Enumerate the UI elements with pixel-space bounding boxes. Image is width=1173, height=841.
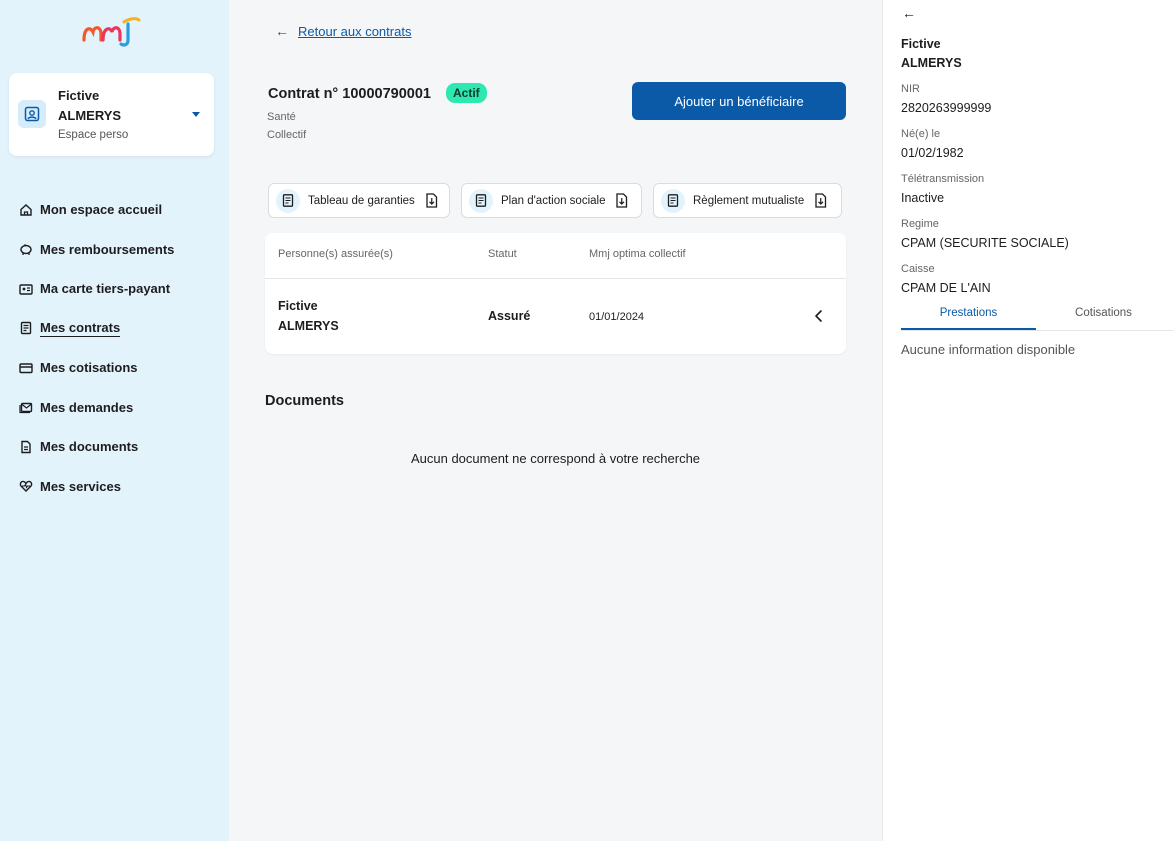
profile-icon (18, 100, 46, 128)
back-to-contracts-link[interactable]: ← Retour aux contrats (275, 23, 411, 39)
documents-empty-message: Aucun document ne correspond à votre rec… (410, 451, 701, 466)
arrow-left-icon[interactable]: ← (902, 5, 916, 21)
field-label-teletransmission: Télétransmission (901, 173, 985, 185)
contract-icon (469, 188, 493, 213)
nav-item-cotisations[interactable]: Mes cotisations (0, 348, 229, 388)
tabs-divider (901, 330, 1173, 331)
nav-label: Mes services (40, 478, 121, 494)
download-icon (615, 193, 628, 208)
download-icon (425, 193, 438, 208)
field-label-nir: NIR (901, 83, 920, 95)
piggy-bank-icon (19, 242, 33, 256)
profile-switcher[interactable]: Fictive ALMERYS Espace perso (9, 73, 214, 156)
row-last-name: ALMERYS (278, 319, 339, 333)
divider (265, 278, 846, 279)
tab-cotisations[interactable]: Cotisations (1036, 307, 1171, 330)
download-icon (814, 193, 827, 208)
caret-down-icon (192, 112, 200, 117)
field-label-caisse: Caisse (901, 263, 935, 275)
doc-chip-plan-action-sociale[interactable]: Plan d'action sociale (461, 183, 642, 218)
panel-empty-message: Aucune information disponible (901, 342, 1076, 357)
contract-icon (661, 188, 685, 213)
tab-prestations[interactable]: Prestations (901, 307, 1036, 330)
main-nav: Mon espace accueil Mes remboursements Ma… (0, 190, 229, 506)
chip-label: Règlement mutualiste (693, 194, 805, 207)
row-status: Assuré (488, 309, 531, 323)
contract-kind: Collectif (267, 129, 307, 141)
mail-stack-icon (19, 400, 33, 414)
chip-label: Tableau de garanties (308, 194, 415, 207)
nav-item-services[interactable]: Mes services (0, 467, 229, 507)
heart-pulse-icon (19, 479, 33, 493)
add-beneficiary-button[interactable]: Ajouter un bénéficiaire (632, 82, 846, 120)
chevron-left-icon[interactable] (811, 308, 827, 324)
id-card-icon (19, 282, 33, 296)
row-first-name: Fictive (278, 299, 318, 313)
nav-item-carte-tiers-payant[interactable]: Ma carte tiers-payant (0, 269, 229, 309)
home-icon (19, 203, 33, 217)
credit-card-icon (19, 361, 33, 375)
contract-icon (19, 321, 33, 335)
nav-label: Mes documents (40, 439, 139, 455)
panel-first-name: Fictive (901, 37, 941, 51)
mmj-logo[interactable] (80, 14, 144, 48)
nav-label: Mes cotisations (40, 360, 138, 376)
profile-first-name: Fictive (58, 88, 100, 103)
field-value-caisse: CPAM DE L'AIN (901, 281, 991, 295)
nav-item-accueil[interactable]: Mon espace accueil (0, 190, 229, 230)
nav-item-contrats[interactable]: Mes contrats (0, 309, 229, 349)
nav-label: Mes remboursements (40, 241, 175, 257)
contract-type: Santé (267, 111, 296, 123)
status-badge: Actif (446, 83, 487, 103)
nav-item-documents[interactable]: Mes documents (0, 427, 229, 467)
nav-item-demandes[interactable]: Mes demandes (0, 388, 229, 428)
profile-space-label: Espace perso (58, 129, 129, 141)
field-label-birthdate: Né(e) le (901, 128, 941, 140)
nav-item-remboursements[interactable]: Mes remboursements (0, 230, 229, 270)
panel-last-name: ALMERYS (901, 56, 962, 70)
row-date: 01/01/2024 (589, 311, 645, 323)
nav-label: Mes demandes (40, 399, 134, 415)
beneficiary-details-panel: ← Fictive ALMERYS NIR 2820263999999 Né(e… (882, 0, 1173, 841)
field-value-nir: 2820263999999 (901, 101, 992, 115)
nav-label: Mon espace accueil (40, 202, 163, 218)
main-content: ← Retour aux contrats Contrat n° 1000079… (229, 0, 882, 841)
sidebar: Fictive ALMERYS Espace perso Mon espace … (0, 0, 229, 841)
nav-label: Ma carte tiers-payant (40, 281, 171, 297)
insured-persons-table: Personne(s) assurée(s) Statut Mmj optima… (265, 233, 846, 354)
back-link-label: Retour aux contrats (298, 23, 412, 39)
nav-label: Mes contrats (40, 319, 121, 337)
documents-heading: Documents (265, 393, 344, 409)
document-icon (19, 440, 33, 454)
field-value-birthdate: 01/02/1982 (901, 146, 964, 160)
field-label-regime: Regime (901, 218, 939, 230)
arrow-left-icon: ← (275, 23, 289, 39)
contract-icon (276, 188, 300, 213)
column-header-persons: Personne(s) assurée(s) (278, 248, 393, 260)
profile-last-name: ALMERYS (58, 108, 122, 123)
chip-label: Plan d'action sociale (501, 194, 606, 207)
field-value-teletransmission: Inactive (901, 191, 945, 205)
doc-chip-reglement-mutualiste[interactable]: Règlement mutualiste (653, 183, 842, 218)
doc-chip-tableau-garanties[interactable]: Tableau de garanties (268, 183, 450, 218)
column-header-status: Statut (488, 248, 517, 260)
contract-title: Contrat n° 10000790001 (268, 86, 431, 102)
field-value-regime: CPAM (SECURITE SOCIALE) (901, 236, 1069, 250)
column-header-plan: Mmj optima collectif (589, 248, 686, 260)
